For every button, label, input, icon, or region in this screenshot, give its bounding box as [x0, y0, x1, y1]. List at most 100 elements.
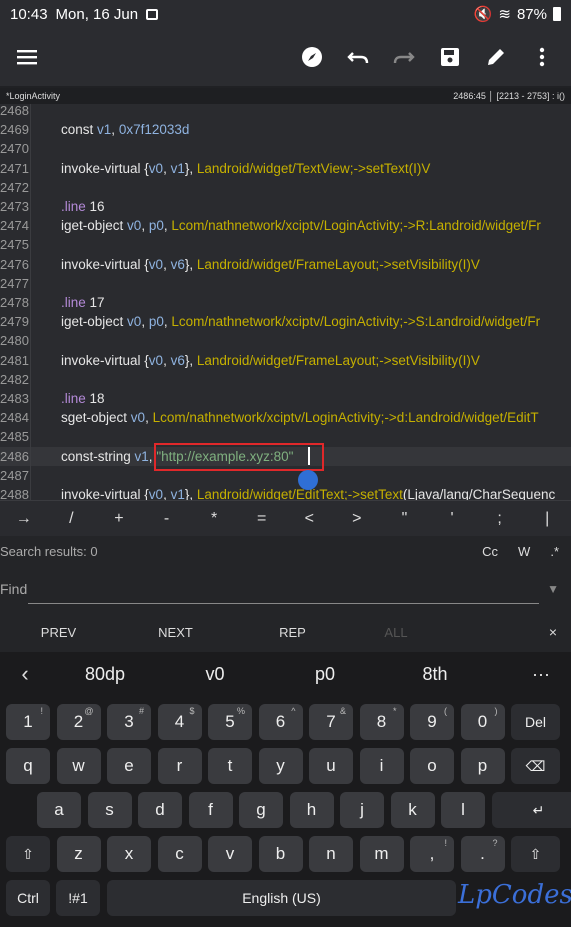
- symbol-key[interactable]: *: [190, 510, 238, 528]
- more-horiz-icon[interactable]: ···: [511, 664, 571, 685]
- symbol-key[interactable]: <: [285, 510, 333, 528]
- letter-key[interactable]: s: [87, 792, 132, 828]
- letter-key[interactable]: y: [258, 748, 303, 784]
- letter-key[interactable]: q: [6, 748, 50, 784]
- space-bar[interactable]: English (US): [107, 880, 456, 916]
- close-find-button[interactable]: ×: [549, 624, 557, 640]
- number-key[interactable]: 3 #: [107, 704, 151, 740]
- letter-key[interactable]: u: [309, 748, 353, 784]
- letter-key[interactable]: p: [460, 748, 505, 784]
- number-key[interactable]: 4 $: [157, 704, 202, 740]
- letter-key[interactable]: c: [157, 836, 202, 872]
- number-key[interactable]: 9(: [410, 704, 454, 740]
- line-number: 2469: [0, 122, 29, 138]
- letter-key[interactable]: d: [138, 792, 182, 828]
- letter-key[interactable]: i: [359, 748, 404, 784]
- match-case-toggle[interactable]: Cc: [482, 544, 498, 559]
- ctrl-key[interactable]: Ctrl: [6, 880, 50, 916]
- letter-key[interactable]: f: [188, 792, 233, 828]
- key-alt-label: %: [236, 706, 245, 716]
- letter-key[interactable]: m: [359, 836, 404, 872]
- symbol-key[interactable]: -: [143, 510, 191, 528]
- number-key[interactable]: 1!: [6, 704, 50, 740]
- status-date: Mon, 16 Jun: [55, 5, 139, 23]
- key-alt-label: (: [444, 706, 447, 716]
- shift-icon[interactable]: ⇧: [511, 836, 560, 872]
- symbol-key[interactable]: >: [333, 510, 381, 528]
- suggestion-1[interactable]: 80dp: [50, 664, 160, 685]
- chevron-left-icon[interactable]: ‹: [0, 661, 50, 687]
- letter-key[interactable]: n: [309, 836, 353, 872]
- regex-toggle[interactable]: .*: [550, 544, 559, 559]
- key-label: English (US): [242, 890, 321, 906]
- key-label: 9: [427, 712, 437, 731]
- letter-key[interactable]: v: [208, 836, 252, 872]
- letter-key[interactable]: l: [441, 792, 485, 828]
- number-key[interactable]: 7 &: [309, 704, 353, 740]
- symbol-key[interactable]: =: [238, 510, 286, 528]
- code-editor[interactable]: 2488 invoke-virtual {v0, v1}, Landroid/wi…: [0, 104, 571, 500]
- punct-key[interactable]: .?: [460, 836, 505, 872]
- symbol-key[interactable]: /: [48, 510, 96, 528]
- shift-icon[interactable]: ⇧: [6, 836, 50, 872]
- number-key[interactable]: 2 @: [56, 704, 101, 740]
- find-input[interactable]: [28, 574, 539, 604]
- letter-key[interactable]: h: [289, 792, 334, 828]
- more-vert-icon[interactable]: [519, 34, 565, 80]
- symbol-key[interactable]: ": [381, 510, 429, 528]
- compass-icon[interactable]: [289, 34, 335, 80]
- symbol-key[interactable]: ': [428, 510, 476, 528]
- letter-key[interactable]: b: [258, 836, 303, 872]
- number-key[interactable]: 6 ^: [258, 704, 303, 740]
- menu-icon[interactable]: [4, 34, 50, 80]
- key-alt-label: ^: [291, 706, 296, 716]
- symbol-key[interactable]: +: [95, 510, 143, 528]
- key-label: t: [227, 756, 233, 775]
- whole-word-toggle[interactable]: W: [518, 544, 530, 559]
- key-label: n: [326, 844, 336, 863]
- delete-key[interactable]: Del: [511, 704, 560, 740]
- letter-key[interactable]: o: [410, 748, 454, 784]
- letter-key[interactable]: k: [390, 792, 435, 828]
- letter-key[interactable]: a: [37, 792, 81, 828]
- undo-icon[interactable]: [335, 34, 381, 80]
- key-alt-label: #: [138, 706, 144, 716]
- letter-key[interactable]: r: [157, 748, 202, 784]
- symbol-key[interactable]: →: [0, 510, 48, 528]
- battery-level: 87%: [516, 5, 547, 23]
- line-number: 2476: [0, 256, 29, 272]
- search-results-bar: Search results: 0 Cc W .*: [0, 536, 571, 566]
- mute-icon: 🔇: [473, 6, 493, 23]
- letter-key[interactable]: e: [107, 748, 151, 784]
- number-key[interactable]: 5%: [208, 704, 252, 740]
- symbol-key[interactable]: |: [523, 510, 571, 528]
- symbols-key[interactable]: !#1: [56, 880, 100, 916]
- replace-all-button: ALL: [384, 624, 408, 640]
- cursor-handle[interactable]: [298, 470, 318, 490]
- letter-key[interactable]: t: [208, 748, 252, 784]
- letter-key[interactable]: x: [107, 836, 151, 872]
- suggestion-3[interactable]: p0: [270, 664, 380, 685]
- line-number: 2481: [0, 352, 29, 368]
- suggestion-4[interactable]: 8th: [380, 664, 490, 685]
- letter-key[interactable]: j: [340, 792, 384, 828]
- letter-key[interactable]: z: [56, 836, 101, 872]
- replace-button[interactable]: REP: [234, 625, 351, 640]
- watermark-logo: LpCodes: [458, 880, 571, 910]
- letter-key[interactable]: w: [56, 748, 101, 784]
- redo-icon[interactable]: [381, 34, 427, 80]
- backspace-icon[interactable]: ⌫: [511, 748, 560, 784]
- enter-icon[interactable]: ↵: [491, 792, 571, 828]
- letter-key[interactable]: g: [239, 792, 283, 828]
- edit-icon[interactable]: [473, 34, 519, 80]
- symbol-key[interactable]: ;: [476, 510, 524, 528]
- punct-key[interactable]: ,!: [410, 836, 454, 872]
- find-dropdown-icon[interactable]: ▼: [547, 582, 559, 596]
- number-key[interactable]: 0): [460, 704, 505, 740]
- number-key[interactable]: 8 *: [359, 704, 404, 740]
- next-button[interactable]: NEXT: [117, 625, 234, 640]
- save-icon[interactable]: [427, 34, 473, 80]
- suggestion-2[interactable]: v0: [160, 664, 270, 685]
- prev-button[interactable]: PREV: [0, 625, 117, 640]
- code-text: iget-object v0, p0, Lcom/nathnetwork/xci…: [61, 314, 541, 330]
